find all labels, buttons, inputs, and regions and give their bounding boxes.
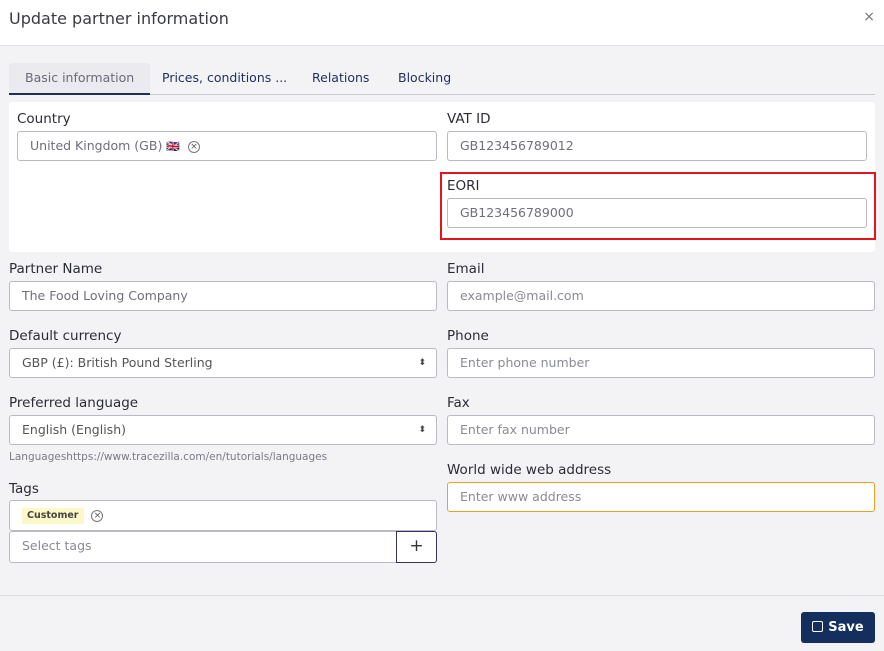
country-select[interactable]: United Kingdom (GB) 🇬🇧 ×: [17, 131, 437, 161]
partner-name-input[interactable]: The Food Loving Company: [9, 281, 437, 311]
email-label: Email: [447, 261, 485, 277]
save-icon: [812, 621, 824, 632]
tab-blocking[interactable]: Blocking: [382, 63, 467, 95]
footer-divider: [0, 595, 884, 596]
language-hint: Languageshttps://www.tracezilla.com/en/t…: [9, 451, 328, 463]
tag-chip: Customer: [22, 507, 84, 524]
country-value: United Kingdom (GB): [30, 138, 163, 153]
vat-label: VAT ID: [447, 111, 491, 127]
currency-label: Default currency: [9, 328, 122, 344]
close-icon[interactable]: ×: [863, 9, 875, 25]
modal-title: Update partner information: [9, 9, 229, 28]
phone-input[interactable]: Enter phone number: [447, 348, 875, 378]
save-label: Save: [828, 620, 864, 635]
eori-input[interactable]: GB123456789000: [447, 198, 867, 228]
www-label: World wide web address: [447, 462, 612, 478]
tags-label: Tags: [9, 481, 39, 497]
currency-select[interactable]: GBP (£): British Pound Sterling ⬍: [9, 348, 437, 378]
remove-tag-icon[interactable]: ×: [91, 509, 104, 522]
fax-label: Fax: [447, 395, 470, 411]
tab-relations[interactable]: Relations: [296, 63, 385, 95]
modal-header: Update partner information ×: [0, 0, 884, 46]
eori-label: EORI: [447, 178, 480, 194]
clear-icon[interactable]: ×: [188, 140, 200, 153]
select-arrows-icon: ⬍: [418, 358, 426, 368]
save-button[interactable]: Save: [801, 612, 875, 643]
tags-box: Customer ×: [9, 500, 437, 531]
email-input[interactable]: example@mail.com: [447, 281, 875, 311]
add-tag-button[interactable]: +: [396, 531, 437, 563]
www-input[interactable]: Enter www address: [447, 482, 875, 512]
uk-flag-icon: 🇬🇧: [166, 140, 181, 153]
country-label: Country: [17, 111, 71, 127]
language-label: Preferred language: [9, 395, 139, 411]
select-tags-input[interactable]: Select tags: [9, 531, 397, 563]
language-value: English (English): [22, 422, 126, 437]
select-arrows-icon: ⬍: [418, 425, 426, 435]
language-select[interactable]: English (English) ⬍: [9, 415, 437, 445]
partner-name-label: Partner Name: [9, 261, 103, 277]
tab-prices-conditions[interactable]: Prices, conditions ...: [146, 63, 303, 95]
currency-value: GBP (£): British Pound Sterling: [22, 355, 213, 370]
tab-basic-information[interactable]: Basic information: [9, 63, 151, 95]
fax-input[interactable]: Enter fax number: [447, 415, 875, 445]
vat-input[interactable]: GB123456789012: [447, 131, 867, 161]
tab-bar: Basic information Prices, conditions ...…: [9, 63, 875, 95]
phone-label: Phone: [447, 328, 489, 344]
